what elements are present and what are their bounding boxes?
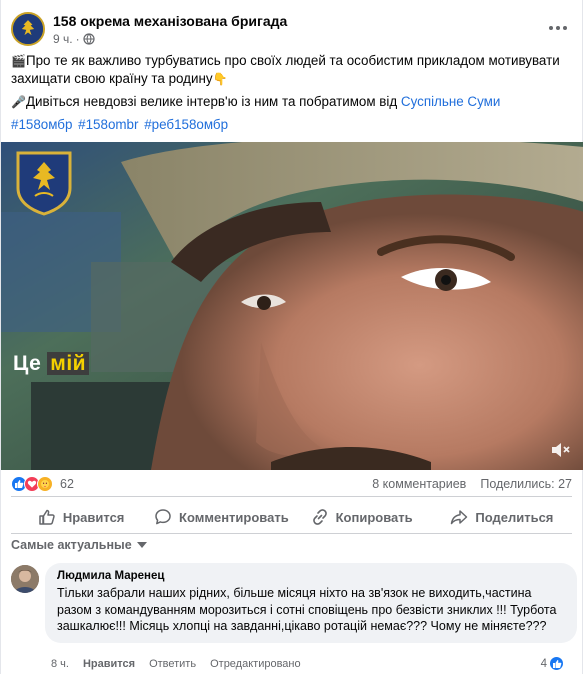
video-caption: Це мій [13, 352, 90, 376]
post-header: 158 окрема механізована бригада 9 ч. · [11, 10, 572, 50]
page-name[interactable]: 158 окрема механізована бригада [53, 13, 287, 29]
sort-label: Самые актуальные [11, 538, 132, 552]
post-action-bar: Нравится Комментировать Копировать Подел… [11, 502, 572, 532]
caption-highlight: мій [47, 352, 90, 375]
post-paragraph-1: 🎬Про те як важливо турбуватись про своїх… [11, 52, 570, 88]
post-card: 158 окрема механізована бригада 9 ч. · 🎬… [0, 0, 583, 674]
comment-bubble: Людмила Маренец Тільки забрали наших рід… [45, 563, 577, 643]
share-button[interactable]: Поделиться [432, 502, 572, 532]
video-frame [1, 142, 583, 470]
microphone-emoji: 🎤 [11, 95, 26, 109]
comment-time[interactable]: 8 ч. [51, 658, 69, 670]
post-text: 🎬Про те як важливо турбуватись про своїх… [11, 52, 570, 139]
share-label: Поделиться [475, 509, 554, 525]
link-icon [312, 509, 327, 525]
post-text-line2: Дивіться невдовзі велике інтерв'ю із ним… [25, 94, 401, 109]
avatar[interactable] [11, 565, 39, 593]
reactions-count: 62 [60, 477, 74, 491]
comment-text: Тільки забрали наших рідних, більше міся… [57, 586, 557, 633]
comment-like-button[interactable]: Нравится [83, 658, 135, 670]
globe-icon [82, 33, 95, 45]
reactions-summary[interactable]: 62 [11, 476, 74, 492]
comment-label: Комментировать [179, 509, 289, 525]
video-player[interactable]: Це мій [1, 142, 583, 470]
like-label: Нравится [62, 509, 125, 525]
post-text-line1: Про те як важливо турбуватись про своїх … [11, 53, 560, 86]
suspilne-sumy-link[interactable]: Суспільне Суми [401, 94, 500, 109]
copy-label: Копировать [335, 509, 413, 525]
stats-divider [11, 496, 572, 497]
comment-author[interactable]: Людмила Маренец [57, 570, 565, 582]
comments-count[interactable]: 8 комментариев [372, 477, 466, 491]
comment-reactions[interactable]: 4 [541, 656, 564, 671]
post-meta: 9 ч. · [53, 32, 95, 46]
thumbs-up-icon [39, 509, 55, 525]
caption-text: Це [13, 352, 42, 375]
comment-edited-label: Отредактировано [210, 658, 301, 670]
comment-button[interactable]: Комментировать [151, 502, 291, 532]
page-avatar[interactable] [11, 12, 45, 46]
comment-sort-dropdown[interactable]: Самые актуальные [11, 538, 147, 552]
comment-bubble-icon [155, 509, 171, 525]
share-arrow-icon [451, 510, 468, 525]
shares-count[interactable]: Поделились: 27 [480, 477, 572, 491]
comment-meta: 8 ч. Нравится Ответить Отредактировано [51, 658, 301, 670]
hashtag-link[interactable]: #реб158омбр [144, 117, 228, 132]
chevron-down-icon [136, 542, 147, 548]
mute-icon[interactable] [550, 440, 572, 460]
care-reaction-icon [37, 476, 53, 492]
like-button[interactable]: Нравится [11, 502, 151, 532]
clapper-emoji: 🎬 [11, 54, 26, 68]
comment-likes-count: 4 [540, 657, 547, 670]
copy-link-button[interactable]: Копировать [292, 502, 432, 532]
hashtag-link[interactable]: #158омбр [11, 117, 72, 132]
post-time[interactable]: 9 ч. [53, 32, 73, 46]
hashtag-link[interactable]: #158ombr [78, 117, 138, 132]
brigade-emblem-logo [16, 151, 72, 216]
post-paragraph-2: 🎤Дивіться невдовзі велике інтерв'ю із ни… [11, 93, 570, 111]
hashtags: #158омбр #158ombr #реб158омбр [11, 116, 570, 134]
pointing-down-emoji: 👇 [212, 72, 228, 86]
more-options-icon[interactable] [544, 16, 572, 40]
meta-separator: · [75, 32, 80, 46]
actions-divider [11, 533, 572, 534]
post-engagement: 8 комментариев Поделились: 27 [372, 477, 572, 491]
like-reaction-icon [549, 656, 564, 671]
comment-reply-button[interactable]: Ответить [149, 658, 196, 670]
post-stats: 62 8 комментариев Поделились: 27 [11, 474, 572, 494]
